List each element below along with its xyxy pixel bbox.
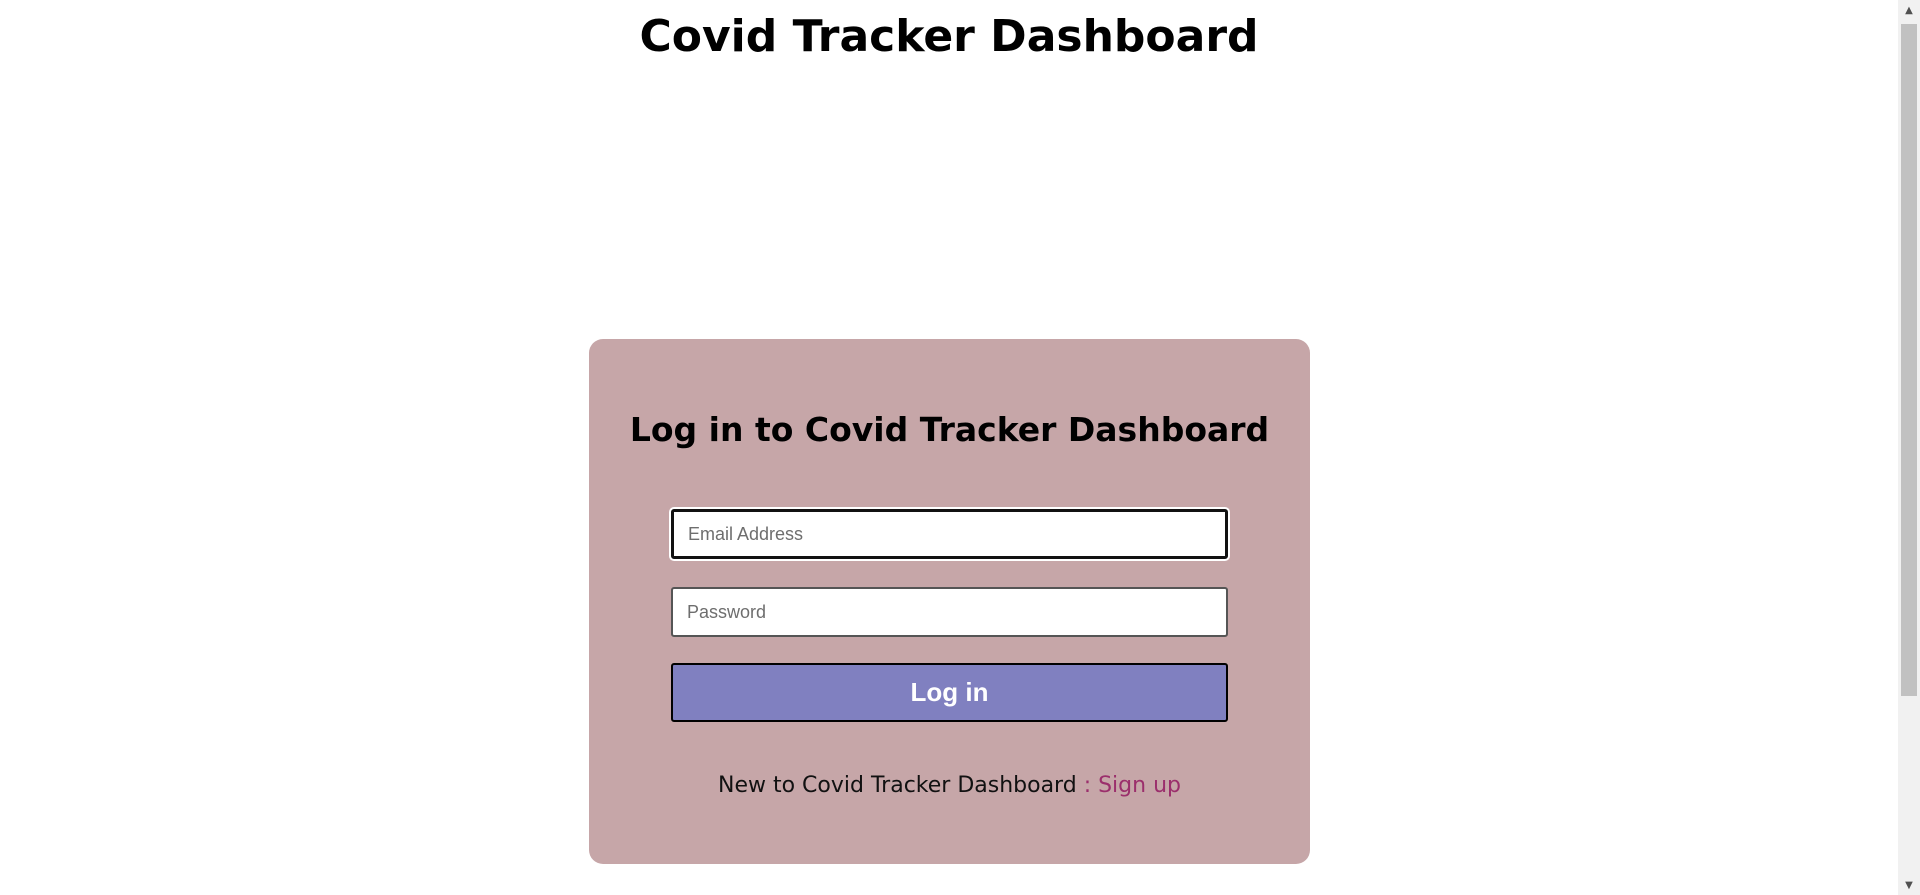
scroll-down-icon[interactable]: ▼	[1898, 875, 1920, 895]
scroll-thumb[interactable]	[1901, 24, 1917, 696]
vertical-scrollbar[interactable]: ▲ ▼	[1898, 0, 1920, 895]
login-card: Log in to Covid Tracker Dashboard Log in…	[589, 339, 1310, 864]
email-field[interactable]	[671, 509, 1228, 559]
signup-link[interactable]: : Sign up	[1084, 773, 1181, 798]
login-button[interactable]: Log in	[671, 663, 1228, 722]
signup-prompt: New to Covid Tracker Dashboard	[718, 773, 1077, 798]
password-field[interactable]	[671, 587, 1228, 637]
login-title: Log in to Covid Tracker Dashboard	[629, 410, 1270, 449]
page: Covid Tracker Dashboard Log in to Covid …	[0, 0, 1920, 895]
signup-row: New to Covid Tracker Dashboard : Sign up	[589, 773, 1310, 798]
page-title: Covid Tracker Dashboard	[639, 11, 1259, 62]
scroll-up-icon[interactable]: ▲	[1898, 0, 1920, 20]
